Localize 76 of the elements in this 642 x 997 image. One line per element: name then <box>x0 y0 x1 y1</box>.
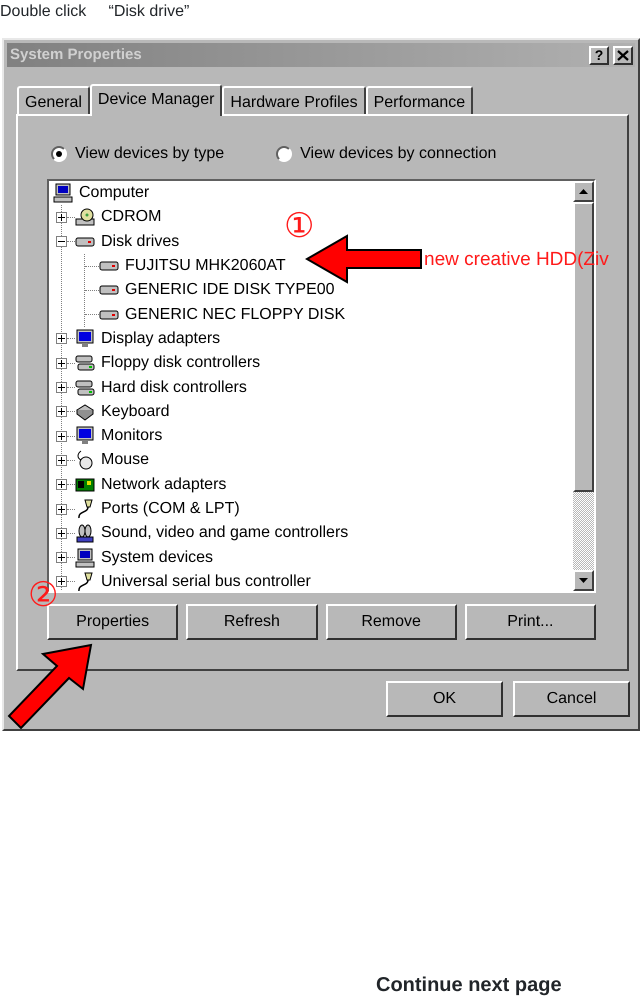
tree-item[interactable]: Disk drives <box>99 230 182 254</box>
mouse-icon <box>75 450 95 470</box>
tree-item[interactable]: Monitors <box>99 424 164 448</box>
tree-item[interactable]: Hard disk controllers <box>99 376 249 400</box>
tab[interactable]: General <box>17 86 90 114</box>
scroll-down-button[interactable] <box>573 570 594 591</box>
radio-label[interactable]: View devices by type <box>75 142 224 166</box>
computer-icon <box>75 548 95 568</box>
tree-item[interactable]: Sound, video and game controllers <box>99 521 350 546</box>
action-button[interactable]: Remove <box>326 604 457 640</box>
expand-toggle[interactable] <box>56 576 67 588</box>
caption: Double click “Disk drive” <box>0 2 190 21</box>
expand-toggle[interactable] <box>56 382 67 394</box>
action-button[interactable]: Print... <box>464 604 596 640</box>
plus-icon <box>58 335 65 342</box>
tree-item[interactable]: Keyboard <box>99 400 172 424</box>
tree-item[interactable]: Mouse <box>99 448 152 472</box>
plus-icon <box>58 360 65 367</box>
expand-toggle[interactable] <box>56 479 67 490</box>
tree-item[interactable]: FUJITSU MHK2060AT <box>123 254 288 278</box>
computer-icon <box>53 183 73 204</box>
cd-drive-icon <box>75 207 95 228</box>
tree-item[interactable]: CDROM <box>99 205 164 230</box>
radio-button[interactable] <box>276 146 292 162</box>
window-title: System Properties <box>10 44 142 65</box>
step-number: ① <box>284 209 314 243</box>
joystick-icon <box>75 523 95 544</box>
expand-toggle[interactable] <box>56 236 67 248</box>
plus-icon <box>58 214 65 221</box>
up-arrow-icon <box>579 189 588 194</box>
tree-item[interactable]: Floppy disk controllers <box>99 351 262 376</box>
plus-icon <box>58 506 65 512</box>
expand-toggle[interactable] <box>56 358 67 369</box>
expand-toggle[interactable] <box>56 406 67 418</box>
expand-toggle[interactable] <box>56 333 67 344</box>
tree-item[interactable]: Network adapters <box>99 472 228 497</box>
scroll-up-button[interactable] <box>573 181 594 202</box>
footer-note: Continue next page <box>376 973 562 997</box>
expand-toggle[interactable] <box>56 528 67 539</box>
expand-toggle[interactable] <box>56 504 67 514</box>
plus-icon <box>58 408 65 416</box>
expand-toggle[interactable] <box>56 212 67 223</box>
plus-icon <box>58 578 65 586</box>
dialog-button[interactable]: Cancel <box>513 681 630 717</box>
tree-item[interactable]: Computer <box>77 181 152 206</box>
action-button[interactable]: Refresh <box>186 604 318 640</box>
help-button[interactable]: ? <box>589 46 609 64</box>
drive-stack-icon <box>75 353 95 374</box>
expand-toggle[interactable] <box>56 430 67 442</box>
radio-button[interactable] <box>51 146 67 162</box>
tree-item[interactable]: GENERIC IDE DISK TYPE00 <box>123 278 337 302</box>
tree-item[interactable]: Universal serial bus controller <box>99 570 313 591</box>
tab[interactable]: Device Manager <box>90 84 222 116</box>
plus-icon <box>58 432 65 440</box>
drive-stack-icon <box>75 378 95 398</box>
plus-icon <box>58 456 65 464</box>
tab[interactable]: Hardware Profiles <box>222 86 366 114</box>
plus-icon <box>58 554 65 562</box>
tree-item[interactable]: Display adapters <box>99 326 222 351</box>
tree-item[interactable]: System devices <box>99 546 216 570</box>
tree-item[interactable]: GENERIC NEC FLOPPY DISK <box>123 302 348 327</box>
down-arrow-icon <box>579 578 588 583</box>
connector-icon <box>75 499 95 519</box>
dialog-button[interactable]: OK <box>386 681 503 717</box>
plus-icon <box>58 530 65 537</box>
tab[interactable]: Performance <box>366 86 474 114</box>
close-icon <box>617 50 629 60</box>
plus-icon <box>58 481 65 488</box>
plus-icon <box>58 384 65 392</box>
expand-toggle[interactable] <box>56 454 67 466</box>
radio-label[interactable]: View devices by connection <box>300 142 496 166</box>
keyboard-icon <box>75 402 95 422</box>
expand-toggle[interactable] <box>56 552 67 564</box>
tree-item[interactable]: Ports (COM & LPT) <box>99 497 242 521</box>
close-button[interactable] <box>613 46 633 64</box>
connector-icon <box>75 572 95 591</box>
